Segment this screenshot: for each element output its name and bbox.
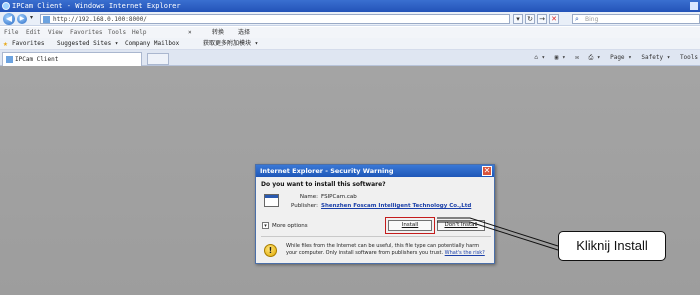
instruction-callout: Kliknij Install bbox=[558, 231, 666, 261]
callout-text: Kliknij Install bbox=[576, 238, 648, 253]
